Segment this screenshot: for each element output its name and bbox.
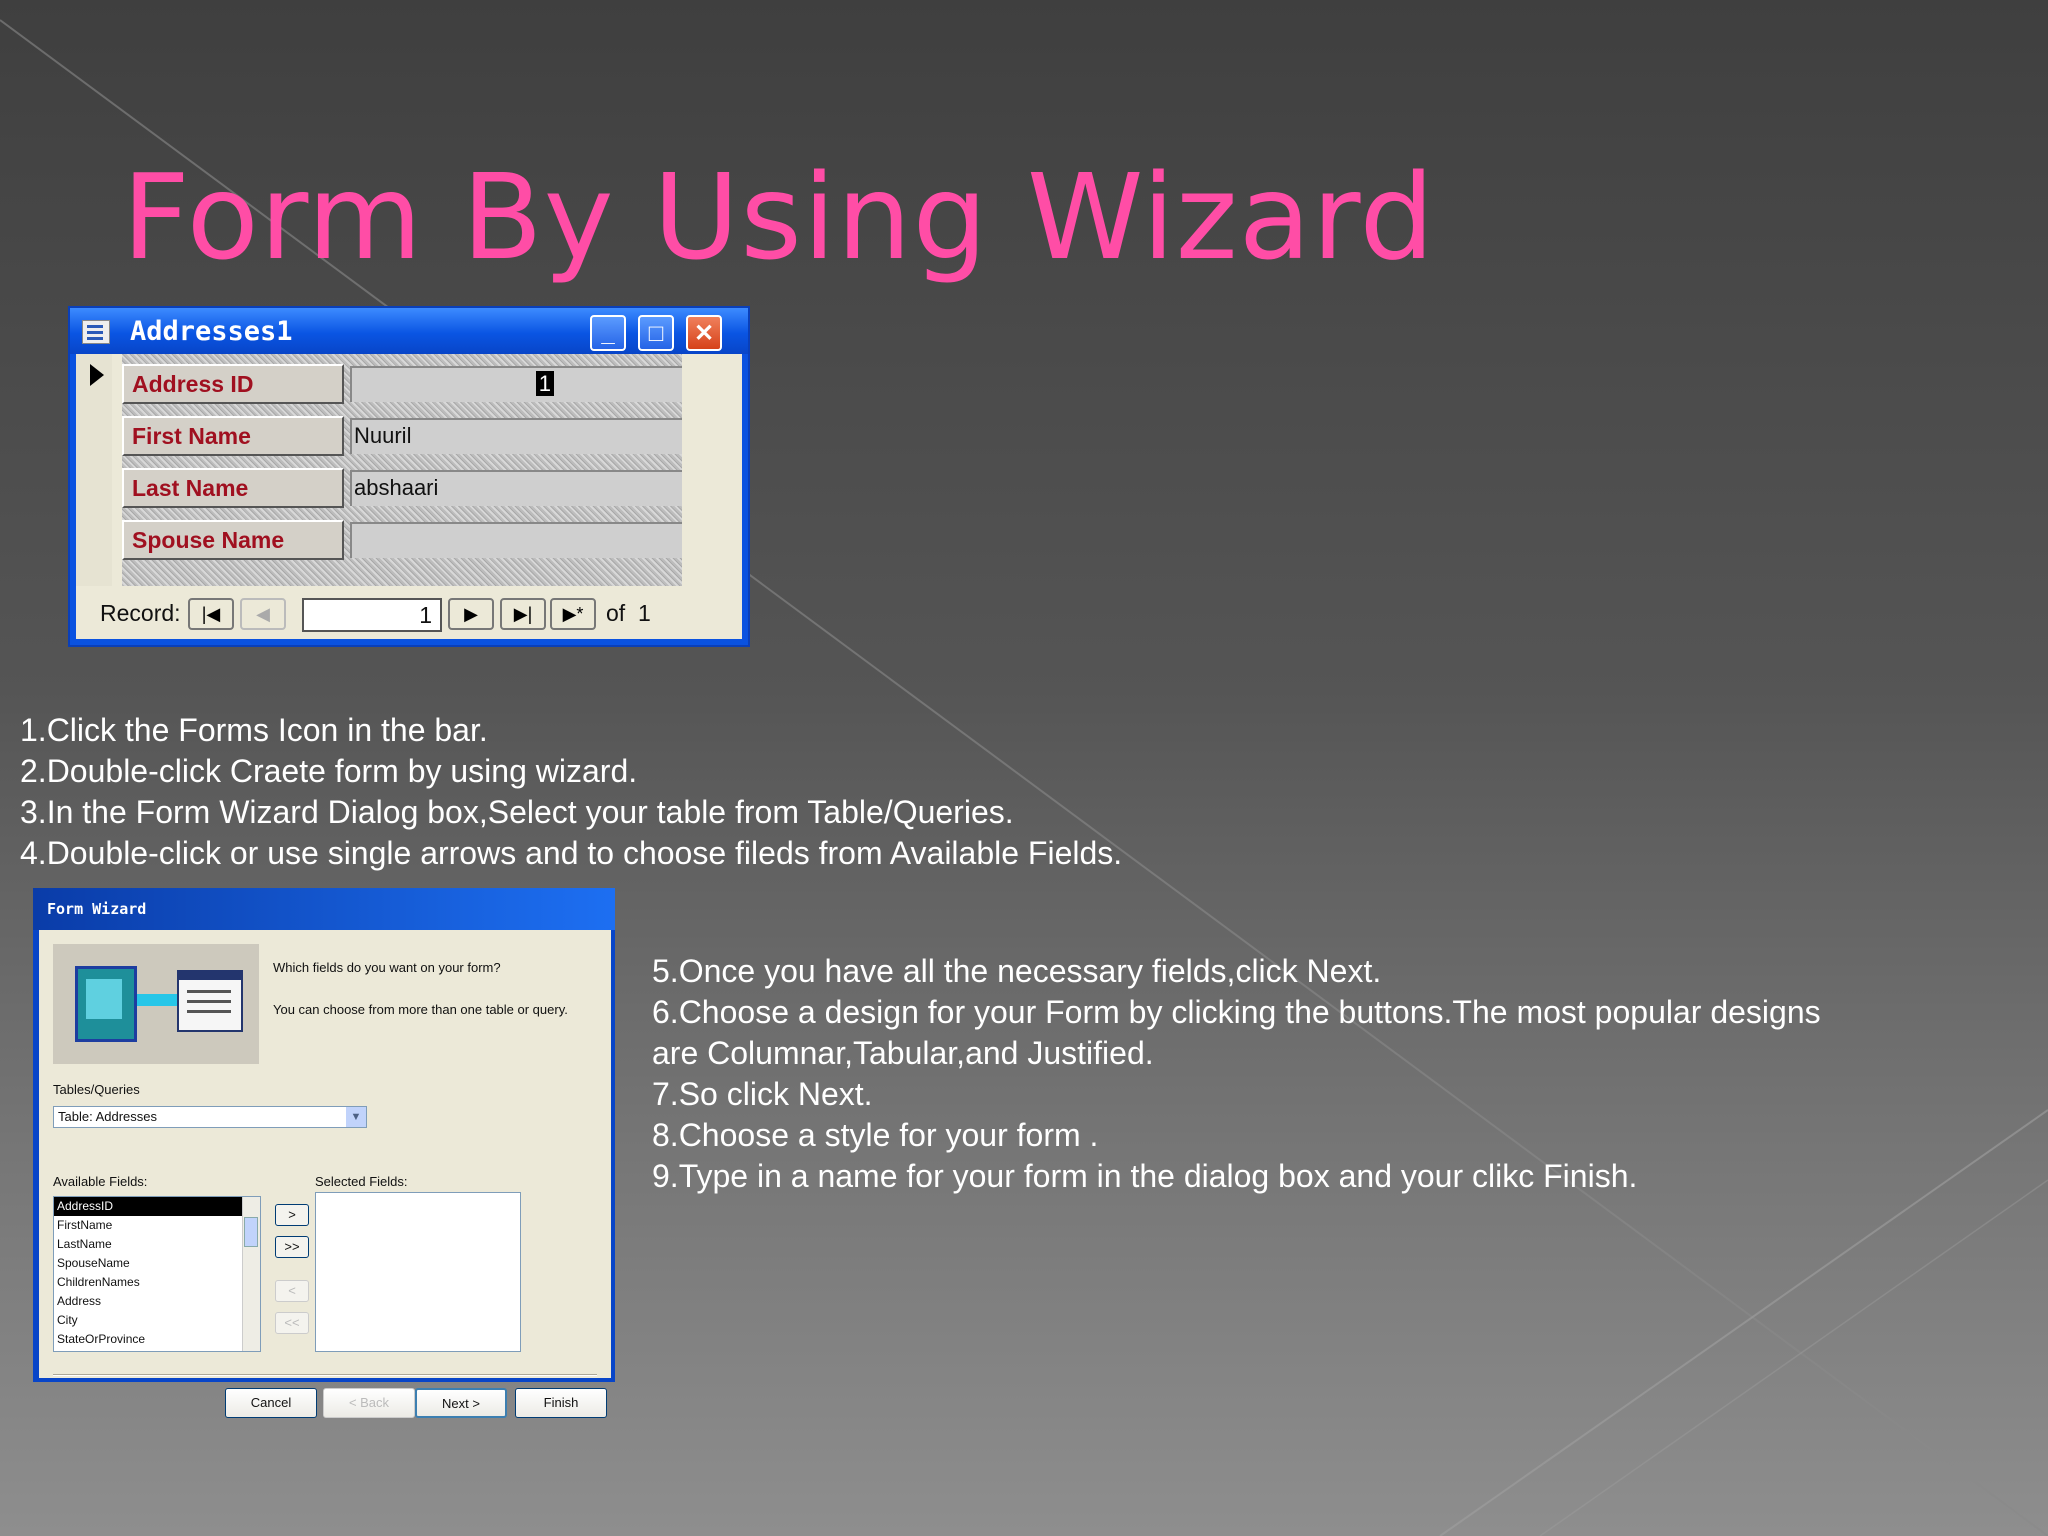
maximize-icon[interactable]: □ — [638, 315, 674, 351]
list-item[interactable]: AddressID — [54, 1197, 260, 1216]
address-id-field[interactable]: 1 — [350, 366, 682, 402]
field-row-spouse-name: Spouse Name — [122, 520, 682, 562]
form-wizard-dialog: Form Wizard Which fields do you want on … — [33, 888, 615, 1418]
minimize-icon[interactable]: _ — [590, 315, 626, 351]
chevron-down-icon[interactable]: ▼ — [346, 1107, 366, 1127]
previous-record-icon[interactable]: ◀ — [240, 598, 286, 630]
select-value: Table: Addresses — [58, 1109, 158, 1124]
add-all-fields-button[interactable]: >> — [275, 1236, 309, 1258]
finish-button[interactable]: Finish — [515, 1388, 607, 1418]
remove-all-fields-button[interactable]: << — [275, 1312, 309, 1334]
wizard-titlebar[interactable]: Form Wizard — [33, 888, 615, 930]
steps-list-1: 1.Click the Forms Icon in the bar. 2.Dou… — [20, 710, 1122, 874]
step-text: 2.Double-click Craete form by using wiza… — [20, 753, 638, 789]
wizard-body: Which fields do you want on your form? Y… — [39, 930, 611, 1418]
next-record-icon[interactable]: ▶ — [448, 598, 494, 630]
selected-fields-label: Selected Fields: — [315, 1174, 408, 1189]
addresses-body: Address ID 1 First Name Nuuril Last Name… — [76, 354, 742, 639]
divider — [53, 1374, 597, 1376]
step-text: 8.Choose a style for your form . — [652, 1117, 1099, 1153]
first-record-icon[interactable]: |◀ — [188, 598, 234, 630]
next-button[interactable]: Next > — [415, 1388, 507, 1418]
step-text: 7.So click Next. — [652, 1076, 873, 1112]
step-text: 1.Click the Forms Icon in the bar. — [20, 712, 488, 748]
available-fields-list[interactable]: AddressID FirstName LastName SpouseName … — [53, 1196, 261, 1352]
wizard-question: Which fields do you want on your form? — [273, 960, 501, 975]
list-item[interactable]: SpouseName — [54, 1254, 260, 1273]
wizard-illustration-icon — [53, 944, 259, 1064]
first-name-field[interactable]: Nuuril — [350, 418, 682, 454]
field-label: Last Name — [122, 468, 344, 508]
slide-title: Form By Using Wizard — [122, 148, 1436, 286]
step-text: 5.Once you have all the necessary fields… — [652, 953, 1382, 989]
list-item[interactable]: ChildrenNames — [54, 1273, 260, 1292]
addresses-form-window: Addresses1 _ □ ✕ Address ID 1 First Name… — [68, 306, 750, 647]
addresses-titlebar[interactable]: Addresses1 _ □ ✕ — [70, 308, 748, 354]
new-record-icon[interactable]: ▶* — [550, 598, 596, 630]
steps-list-2: 5.Once you have all the necessary fields… — [652, 951, 1852, 1197]
field-label: First Name — [122, 416, 344, 456]
step-text: 6.Choose a design for your Form by click… — [652, 994, 1821, 1071]
list-item[interactable]: City — [54, 1311, 260, 1330]
current-record-arrow-icon — [90, 364, 104, 386]
back-button[interactable]: < Back — [323, 1388, 415, 1418]
field-row-last-name: Last Name abshaari — [122, 468, 682, 510]
form-icon — [82, 320, 110, 344]
wizard-hint: You can choose from more than one table … — [273, 1002, 568, 1017]
step-text: 3.In the Form Wizard Dialog box,Select y… — [20, 794, 1014, 830]
list-item[interactable]: StateOrProvince — [54, 1330, 260, 1349]
cancel-button[interactable]: Cancel — [225, 1388, 317, 1418]
record-label: Record: — [100, 600, 181, 626]
record-total: 1 — [637, 600, 651, 626]
last-record-icon[interactable]: ▶| — [500, 598, 546, 630]
available-fields-label: Available Fields: — [53, 1174, 148, 1189]
list-item[interactable]: Address — [54, 1292, 260, 1311]
list-item[interactable]: FirstName — [54, 1216, 260, 1235]
field-label: Spouse Name — [122, 520, 344, 560]
of-label: of — [606, 600, 626, 626]
field-value: 1 — [535, 371, 554, 396]
last-name-field[interactable]: abshaari — [350, 470, 682, 506]
selected-fields-list[interactable] — [315, 1192, 521, 1352]
step-text: 4.Double-click or use single arrows and … — [20, 835, 1123, 871]
record-navigation: Record: |◀ ◀ 1 ▶ ▶| ▶* of 1 — [76, 590, 742, 640]
field-row-first-name: First Name Nuuril — [122, 416, 682, 458]
record-count: of 1 — [606, 600, 651, 627]
record-selector[interactable] — [76, 354, 112, 586]
add-field-button[interactable]: > — [275, 1204, 309, 1226]
field-row-address-id: Address ID 1 — [122, 364, 682, 406]
step-text: 9.Type in a name for your form in the di… — [652, 1158, 1638, 1194]
spouse-name-field[interactable] — [350, 522, 682, 558]
tables-queries-select[interactable]: Table: Addresses ▼ — [53, 1106, 367, 1128]
remove-field-button[interactable]: < — [275, 1280, 309, 1302]
detail-section: Address ID 1 First Name Nuuril Last Name… — [122, 354, 682, 586]
field-label: Address ID — [122, 364, 344, 404]
list-item[interactable]: LastName — [54, 1235, 260, 1254]
tables-queries-label: Tables/Queries — [53, 1082, 140, 1097]
scrollbar-thumb[interactable] — [244, 1217, 258, 1247]
close-icon[interactable]: ✕ — [686, 315, 722, 351]
record-number-input[interactable]: 1 — [302, 598, 442, 632]
window-title: Addresses1 — [130, 316, 293, 347]
scrollbar[interactable] — [242, 1197, 260, 1351]
